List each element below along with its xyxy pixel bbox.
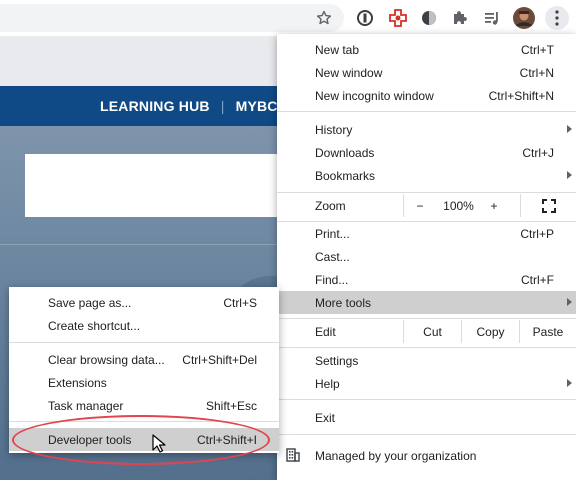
media-queue-icon[interactable] xyxy=(482,8,502,28)
menu-item-label: Downloads xyxy=(315,146,375,160)
submenu-item-label: Clear browsing data... xyxy=(48,353,165,367)
submenu-item-task-manager[interactable]: Task manager Shift+Esc xyxy=(9,394,279,417)
submenu-item-shortcut: Shift+Esc xyxy=(205,399,257,413)
menu-item-label: Exit xyxy=(315,411,336,425)
submenu-arrow-icon xyxy=(567,379,572,387)
browser-toolbar xyxy=(0,0,576,36)
menu-item-label: Print... xyxy=(315,227,350,241)
menu-item-history[interactable]: History xyxy=(277,118,576,141)
menu-item-label: Settings xyxy=(315,354,359,368)
menu-item-shortcut: Ctrl+N xyxy=(519,66,554,80)
red-cross-extension-icon[interactable] xyxy=(388,8,408,28)
submenu-item-shortcut: Ctrl+Shift+Del xyxy=(182,353,257,367)
three-dots-icon[interactable] xyxy=(545,6,569,30)
menu-item-label: More tools xyxy=(315,296,372,310)
menu-item-shortcut: Ctrl+T xyxy=(521,43,554,57)
extension-circle-icon[interactable] xyxy=(355,8,375,28)
submenu-item-label: Save page as... xyxy=(48,296,132,310)
menu-item-label: Help xyxy=(315,377,340,391)
nav-link-learning-hub[interactable]: LEARNING HUB xyxy=(100,98,210,114)
nav-separator: | xyxy=(220,98,225,114)
menu-item-print[interactable]: Print... Ctrl+P xyxy=(277,222,576,245)
menu-item-label: History xyxy=(315,123,353,137)
menu-item-label: New tab xyxy=(315,43,360,57)
menu-item-bookmarks[interactable]: Bookmarks xyxy=(277,164,576,187)
submenu-item-extensions[interactable]: Extensions xyxy=(9,371,279,394)
menu-item-help[interactable]: Help xyxy=(277,372,576,395)
menu-separator xyxy=(277,399,576,400)
cut-label: Cut xyxy=(423,324,442,339)
zoom-minus-label: − xyxy=(416,198,424,213)
star-icon[interactable] xyxy=(314,8,334,28)
menu-item-cast[interactable]: Cast... xyxy=(277,245,576,268)
menu-item-edit: Edit Cut Copy Paste xyxy=(277,320,576,343)
menu-separator xyxy=(277,111,576,112)
submenu-arrow-icon xyxy=(567,125,572,133)
menu-item-label: Managed by your organization xyxy=(315,449,477,463)
menu-item-label: Cast... xyxy=(315,250,350,264)
zoom-out-button[interactable]: − xyxy=(403,194,436,217)
menu-item-label: New incognito window xyxy=(315,89,434,103)
paste-label: Paste xyxy=(532,324,564,339)
menu-item-label: Zoom xyxy=(315,199,346,213)
menu-item-shortcut: Ctrl+F xyxy=(521,273,554,287)
menu-item-new-window[interactable]: New window Ctrl+N xyxy=(277,61,576,84)
submenu-item-clear-browsing-data[interactable]: Clear browsing data... Ctrl+Shift+Del xyxy=(9,348,279,371)
submenu-separator xyxy=(9,342,279,343)
submenu-item-label: Task manager xyxy=(48,399,124,413)
zoom-in-button[interactable]: + xyxy=(481,194,507,217)
submenu-item-label: Extensions xyxy=(48,376,107,390)
menu-separator xyxy=(277,192,576,193)
hero-search-box[interactable] xyxy=(25,154,295,217)
submenu-arrow-icon xyxy=(567,171,572,179)
menu-item-exit[interactable]: Exit xyxy=(277,406,576,429)
circle-extension-icon[interactable] xyxy=(419,8,439,28)
nav-links: LEARNING HUB | MYBCIT xyxy=(100,86,290,126)
copy-button[interactable]: Copy xyxy=(461,320,519,343)
menu-item-new-tab[interactable]: New tab Ctrl+T xyxy=(277,38,576,61)
menu-item-find[interactable]: Find... Ctrl+F xyxy=(277,268,576,291)
menu-item-label: Bookmarks xyxy=(315,169,376,183)
chrome-main-menu: New tab Ctrl+T New window Ctrl+N New inc… xyxy=(277,34,576,480)
submenu-item-create-shortcut[interactable]: Create shortcut... xyxy=(9,314,279,337)
menu-item-new-incognito-window[interactable]: New incognito window Ctrl+Shift+N xyxy=(277,84,576,107)
submenu-arrow-icon xyxy=(567,298,572,306)
submenu-item-shortcut: Ctrl+S xyxy=(223,296,257,310)
fullscreen-icon xyxy=(541,198,556,213)
menu-separator xyxy=(277,318,576,319)
menu-item-shortcut: Ctrl+P xyxy=(520,227,554,241)
menu-separator xyxy=(277,434,576,435)
zoom-value: 100% xyxy=(443,198,474,213)
submenu-item-label: Create shortcut... xyxy=(48,319,141,333)
submenu-item-save-page[interactable]: Save page as... Ctrl+S xyxy=(9,291,279,314)
building-icon xyxy=(286,448,300,462)
paste-button[interactable]: Paste xyxy=(519,320,576,343)
menu-item-label: Edit xyxy=(315,325,336,339)
avatar[interactable] xyxy=(513,7,535,29)
zoom-level: 100% xyxy=(436,194,481,217)
puzzle-icon[interactable] xyxy=(450,8,470,28)
address-bar[interactable] xyxy=(0,4,344,32)
cut-button[interactable]: Cut xyxy=(403,320,461,343)
menu-separator xyxy=(277,347,576,348)
menu-item-shortcut: Ctrl+J xyxy=(522,146,554,160)
copy-label: Copy xyxy=(476,324,505,339)
menu-item-zoom: Zoom − 100% + xyxy=(277,194,576,217)
menu-item-more-tools[interactable]: More tools xyxy=(277,291,576,314)
annotation-ellipse xyxy=(12,415,270,465)
menu-item-label: Find... xyxy=(315,273,349,287)
menu-item-label: New window xyxy=(315,66,383,80)
hero-divider xyxy=(0,244,300,245)
mouse-cursor-icon xyxy=(152,434,166,453)
menu-item-settings[interactable]: Settings xyxy=(277,349,576,372)
managed-by-organization[interactable]: Managed by your organization xyxy=(277,444,576,467)
menu-item-shortcut: Ctrl+Shift+N xyxy=(488,89,554,103)
zoom-plus-label: + xyxy=(490,198,498,213)
menu-item-downloads[interactable]: Downloads Ctrl+J xyxy=(277,141,576,164)
fullscreen-button[interactable] xyxy=(520,194,576,217)
